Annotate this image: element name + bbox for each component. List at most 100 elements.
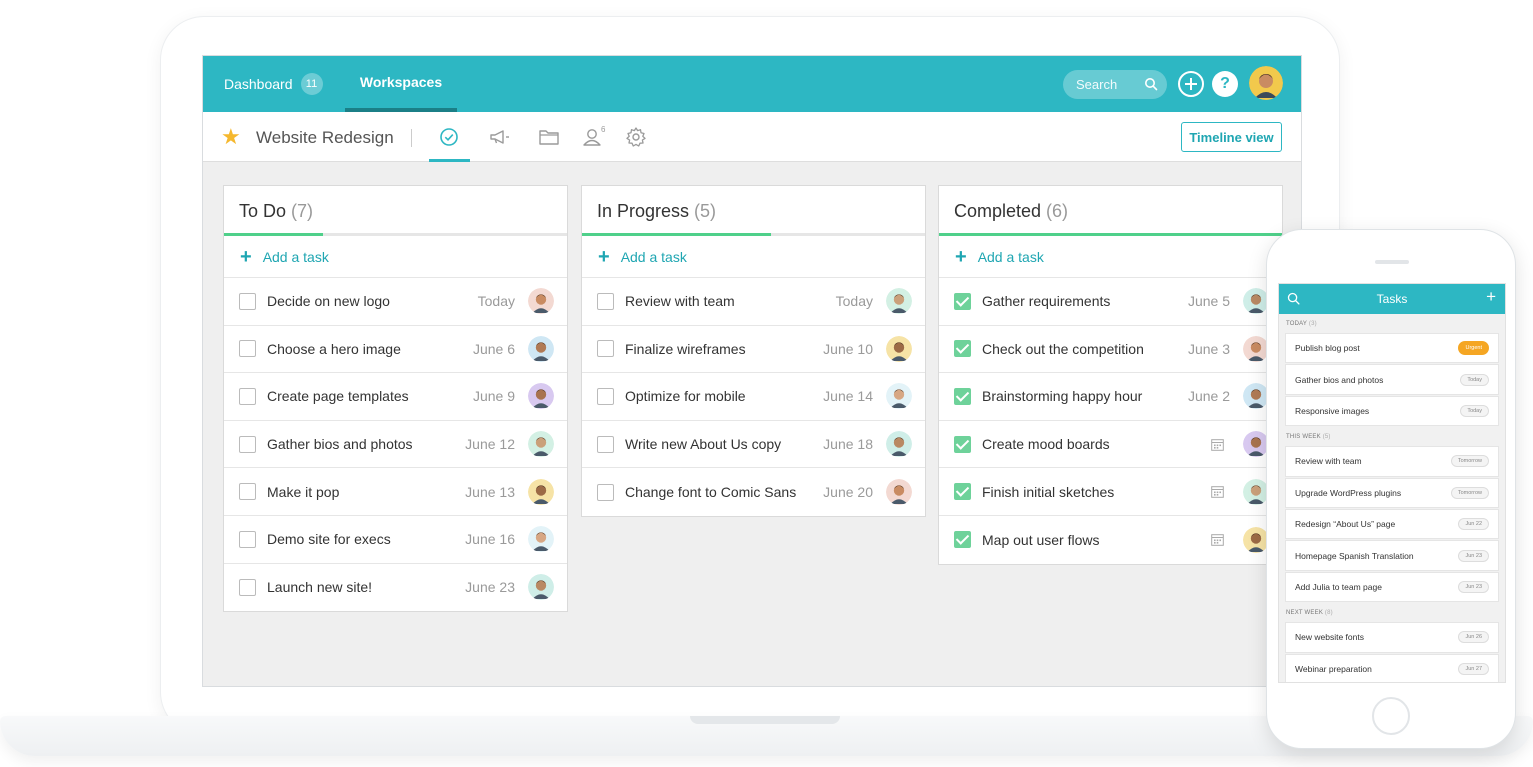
- task-checkbox[interactable]: [954, 292, 971, 310]
- phone-section-header: NEXT WEEK (8): [1279, 603, 1505, 622]
- phone-task-item[interactable]: Responsive images Today: [1285, 395, 1499, 427]
- calendar-icon[interactable]: [1211, 533, 1224, 546]
- task-checkbox[interactable]: [597, 483, 614, 501]
- task-row[interactable]: Write new About Us copy June 18: [582, 421, 925, 469]
- task-row[interactable]: Gather requirements June 5: [939, 278, 1282, 326]
- task-row[interactable]: Change font to Comic Sans June 20: [582, 468, 925, 516]
- assignee-avatar[interactable]: [528, 335, 554, 362]
- task-name: Check out the competition: [982, 340, 1144, 357]
- task-name: Gather requirements: [982, 293, 1111, 310]
- phone-task-tag: Tomorrow: [1450, 455, 1489, 468]
- task-checkbox[interactable]: [954, 435, 971, 453]
- task-checkbox[interactable]: [954, 483, 971, 501]
- phone-task-item[interactable]: Upgrade WordPress plugins Tomorrow: [1285, 477, 1499, 508]
- assignee-avatar[interactable]: [886, 431, 912, 458]
- task-name: Finish initial sketches: [982, 483, 1115, 500]
- task-checkbox[interactable]: [239, 435, 256, 453]
- task-checkbox[interactable]: [239, 483, 256, 501]
- task-due-date: June 12: [465, 436, 515, 453]
- task-row[interactable]: Launch new site! June 23: [224, 564, 567, 612]
- user-avatar[interactable]: [1249, 66, 1283, 100]
- task-checkbox[interactable]: [597, 387, 614, 405]
- task-row[interactable]: Make it pop June 13: [224, 468, 567, 516]
- task-row[interactable]: Create page templates June 9: [224, 373, 567, 421]
- task-row[interactable]: Optimize for mobile June 14: [582, 373, 925, 421]
- task-due-date: June 3: [1187, 340, 1230, 357]
- task-row[interactable]: Map out user flows: [939, 516, 1282, 564]
- add-button[interactable]: [1178, 71, 1204, 97]
- tab-announcements-megaphone-icon[interactable]: [488, 125, 512, 149]
- phone-task-item[interactable]: Homepage Spanish Translation Jun 23: [1285, 540, 1499, 571]
- task-row[interactable]: Check out the competition June 3: [939, 326, 1282, 374]
- task-name: Review with team: [625, 293, 735, 310]
- phone-task-item[interactable]: Publish blog post Urgent: [1285, 333, 1499, 364]
- timeline-view-button[interactable]: Timeline view: [1181, 122, 1282, 152]
- nav-workspaces[interactable]: Workspaces: [345, 56, 457, 112]
- task-name: Change font to Comic Sans: [625, 484, 797, 501]
- task-checkbox[interactable]: [597, 292, 614, 310]
- assignee-avatar[interactable]: [886, 288, 912, 315]
- task-checkbox[interactable]: [954, 531, 971, 549]
- task-checkbox[interactable]: [239, 530, 256, 548]
- tab-settings-gear-icon[interactable]: [624, 125, 648, 149]
- calendar-icon[interactable]: [1211, 485, 1224, 499]
- assignee-avatar[interactable]: [528, 574, 554, 601]
- phone-task-item[interactable]: Webinar preparation Jun 27: [1285, 653, 1499, 682]
- assignee-avatar[interactable]: [886, 383, 912, 410]
- task-checkbox[interactable]: [239, 387, 256, 405]
- tab-members-user-icon[interactable]: 6: [581, 125, 609, 149]
- section-count: (5): [1322, 434, 1331, 441]
- task-checkbox[interactable]: [954, 387, 971, 405]
- add-task-button[interactable]: + Add a task: [582, 236, 925, 278]
- add-task-label: Add a task: [977, 248, 1044, 265]
- task-checkbox[interactable]: [597, 435, 614, 453]
- top-nav-bar: Dashboard 11 Workspaces Search ?: [203, 56, 1301, 112]
- task-due-date: June 2: [1187, 388, 1230, 405]
- task-row[interactable]: Decide on new logo Today: [224, 278, 567, 326]
- task-checkbox[interactable]: [239, 578, 256, 596]
- plus-icon[interactable]: +: [1486, 288, 1496, 305]
- column-count: (5): [694, 200, 717, 221]
- assignee-avatar[interactable]: [886, 479, 912, 506]
- search-input[interactable]: Search: [1063, 70, 1167, 99]
- phone-task-item[interactable]: Gather bios and photos Today: [1285, 364, 1499, 395]
- task-row[interactable]: Choose a hero image June 6: [224, 326, 567, 374]
- phone-task-item[interactable]: Add Julia to team page Jun 23: [1285, 571, 1499, 603]
- task-row[interactable]: Demo site for execs June 16: [224, 516, 567, 564]
- phone-task-item[interactable]: New website fonts Jun 26: [1285, 622, 1499, 653]
- assignee-avatar[interactable]: [886, 335, 912, 362]
- phone-task-item[interactable]: Review with team Tomorrow: [1285, 446, 1499, 477]
- task-row[interactable]: Review with team Today: [582, 278, 925, 326]
- task-checkbox[interactable]: [597, 340, 614, 358]
- phone-home-button[interactable]: [1372, 697, 1410, 735]
- tab-tasks-check-circle-icon[interactable]: [437, 125, 461, 149]
- task-due-date: Today: [477, 293, 515, 310]
- task-row[interactable]: Finish initial sketches: [939, 468, 1282, 516]
- phone-task-item[interactable]: Redesign “About Us” page Jun 22: [1285, 508, 1499, 540]
- task-checkbox[interactable]: [239, 340, 256, 358]
- task-checkbox[interactable]: [954, 340, 971, 358]
- search-icon[interactable]: [1287, 292, 1300, 305]
- assignee-avatar[interactable]: [528, 431, 554, 458]
- plus-circle-icon: [1185, 78, 1197, 90]
- task-name: Optimize for mobile: [625, 388, 746, 405]
- nav-dashboard[interactable]: Dashboard 11: [224, 56, 323, 112]
- task-name: Choose a hero image: [267, 340, 401, 357]
- task-row[interactable]: Create mood boards: [939, 421, 1282, 469]
- add-task-button[interactable]: + Add a task: [224, 236, 567, 278]
- assignee-avatar[interactable]: [528, 288, 554, 315]
- assignee-avatar[interactable]: [528, 526, 554, 553]
- star-icon[interactable]: ★: [221, 126, 241, 148]
- assignee-avatar[interactable]: [528, 478, 554, 505]
- tab-files-folder-icon[interactable]: [537, 125, 561, 149]
- plus-icon: +: [955, 245, 967, 268]
- add-task-button[interactable]: + Add a task: [939, 236, 1282, 278]
- help-button[interactable]: ?: [1212, 71, 1238, 97]
- task-row[interactable]: Finalize wireframes June 10: [582, 326, 925, 374]
- task-row[interactable]: Gather bios and photos June 12: [224, 421, 567, 469]
- assignee-avatar[interactable]: [528, 383, 554, 410]
- task-checkbox[interactable]: [239, 292, 256, 310]
- calendar-icon[interactable]: [1211, 438, 1224, 451]
- task-row[interactable]: Brainstorming happy hour June 2: [939, 373, 1282, 421]
- column-header: In Progress (5): [582, 186, 925, 236]
